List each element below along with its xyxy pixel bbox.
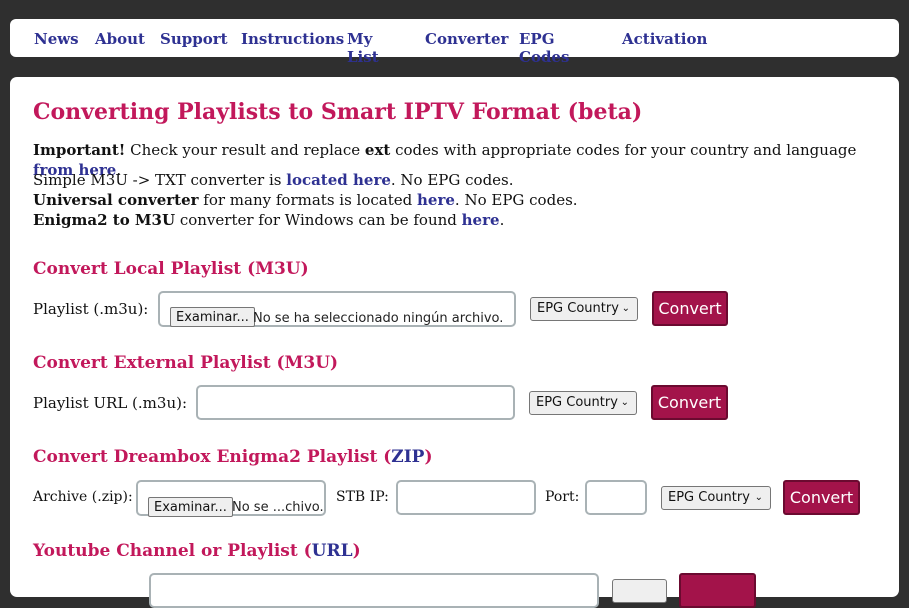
nav-epg-codes[interactable]: EPG Codes: [519, 30, 569, 66]
epg-country-select[interactable]: EPG Country ⌄: [530, 297, 638, 321]
universal-converter-line: Universal converter for many formats is …: [33, 190, 578, 210]
browse-button[interactable]: Examinar...: [170, 307, 255, 327]
chevron-down-icon: ⌄: [621, 303, 630, 314]
youtube-heading-text: Youtube Channel or Playlist (: [33, 541, 312, 561]
ext-label: ext: [364, 141, 391, 159]
nav-instructions[interactable]: Instructions: [241, 30, 344, 48]
enigma-converter-line: Enigma2 to M3U converter for Windows can…: [33, 210, 504, 230]
file-status: No se ...chivo.: [232, 500, 324, 515]
epg-country-select[interactable]: EPG Country ⌄: [529, 391, 637, 415]
external-playlist-heading: Convert External Playlist (M3U): [33, 353, 339, 373]
dreambox-heading-text: Convert Dreambox Enigma2 Playlist (: [33, 447, 392, 467]
nav-activation[interactable]: Activation: [622, 30, 707, 48]
zip-label: ZIP: [391, 447, 425, 467]
local-playlist-heading: Convert Local Playlist (M3U): [33, 259, 309, 279]
located-here-link[interactable]: located here: [286, 171, 391, 189]
nav-news[interactable]: News: [34, 30, 79, 48]
playlist-label: Playlist (.m3u):: [33, 300, 149, 318]
browse-button[interactable]: Examinar...: [148, 497, 233, 517]
notice-text: Check your result and replace: [125, 141, 365, 159]
top-nav-bar: News About Support Instructions My List …: [10, 19, 899, 66]
epg-country-value: EPG Country: [536, 395, 618, 410]
convert-button[interactable]: Convert: [651, 385, 728, 420]
page-title: Converting Playlists to Smart IPTV Forma…: [33, 99, 643, 125]
convert-button[interactable]: Convert: [652, 291, 728, 326]
nav-support[interactable]: Support: [160, 30, 228, 48]
port-input[interactable]: [585, 480, 647, 515]
stb-ip-input[interactable]: [396, 480, 536, 515]
epg-country-value: EPG Country: [668, 490, 750, 505]
archive-label: Archive (.zip):: [33, 489, 133, 505]
dreambox-heading: Convert Dreambox Enigma2 Playlist (ZIP): [33, 447, 433, 467]
nav-about[interactable]: About: [95, 30, 145, 48]
line2-end: . No EPG codes.: [454, 191, 578, 209]
enigma-here-link[interactable]: here: [462, 211, 500, 229]
chevron-down-icon: ⌄: [620, 397, 629, 408]
universal-converter-label: Universal converter: [33, 191, 199, 209]
stb-ip-label: STB IP:: [336, 489, 389, 505]
simple-converter-line: Simple M3U -> TXT converter is located h…: [33, 170, 514, 190]
youtube-select[interactable]: [612, 579, 667, 603]
url-label: URL: [311, 541, 353, 561]
youtube-convert-button[interactable]: [679, 573, 756, 608]
archive-file-input[interactable]: Examinar... No se ...chivo.: [136, 480, 326, 517]
line3-text: converter for Windows can be found: [175, 211, 462, 229]
universal-here-link[interactable]: here: [417, 191, 455, 209]
notice-text-2: codes with appropriate codes for your co…: [390, 141, 857, 159]
youtube-heading-end: ): [352, 541, 361, 561]
line2-text: for many formats is located: [198, 191, 417, 209]
file-status: No se ha seleccionado ningún archivo.: [253, 311, 504, 326]
playlist-url-input[interactable]: [196, 385, 515, 420]
line3-end: .: [499, 211, 505, 229]
nav-my-list[interactable]: My List: [347, 30, 379, 66]
epg-country-select[interactable]: EPG Country ⌄: [661, 486, 771, 510]
epg-country-value: EPG Country: [537, 301, 619, 316]
chevron-down-icon: ⌄: [754, 492, 763, 503]
port-label: Port:: [545, 489, 580, 505]
nav-converter[interactable]: Converter: [425, 30, 508, 48]
important-label: Important!: [33, 141, 126, 159]
playlist-url-label: Playlist URL (.m3u):: [33, 394, 188, 412]
line1-end: . No EPG codes.: [390, 171, 514, 189]
enigma-converter-label: Enigma2 to M3U: [33, 211, 176, 229]
line1-text: Simple M3U -> TXT converter is: [33, 171, 287, 189]
youtube-url-input[interactable]: [149, 573, 599, 608]
main-panel: Converting Playlists to Smart IPTV Forma…: [10, 77, 899, 608]
youtube-heading: Youtube Channel or Playlist (URL): [33, 541, 361, 561]
convert-button[interactable]: Convert: [783, 480, 860, 515]
playlist-file-input[interactable]: Examinar... No se ha seleccionado ningún…: [158, 291, 516, 327]
dreambox-heading-end: ): [424, 447, 433, 467]
